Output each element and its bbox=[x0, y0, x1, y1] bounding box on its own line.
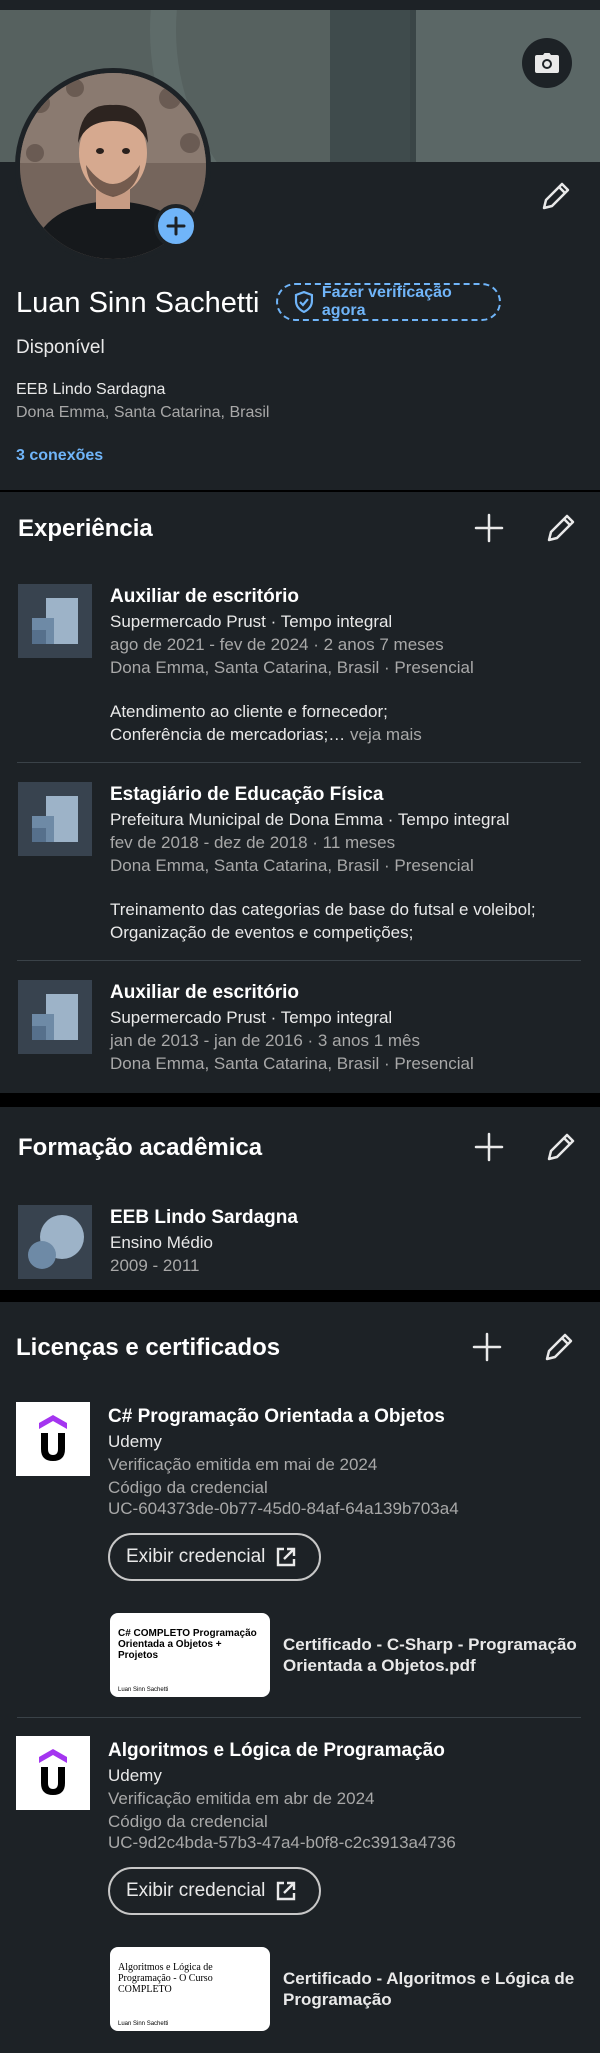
show-credential-button[interactable]: Exibir credencial bbox=[108, 1533, 321, 1581]
experience-role[interactable]: Auxiliar de escritório bbox=[110, 586, 299, 608]
show-credential-label: Exibir credencial bbox=[126, 1880, 266, 1901]
udemy-logo[interactable] bbox=[16, 1736, 90, 1810]
thumbnail-text: Algoritmos e Lógica de Programação - O C… bbox=[118, 1962, 213, 1995]
company-logo[interactable] bbox=[18, 980, 92, 1054]
experience-title: Experiência bbox=[18, 515, 153, 542]
description-line: Atendimento ao cliente e fornecedor; bbox=[110, 702, 388, 721]
experience-company: Prefeitura Municipal de Dona Emma · Temp… bbox=[110, 810, 510, 829]
license-issuer: Udemy bbox=[108, 1766, 162, 1785]
experience-dates: fev de 2018 - dez de 2018 · 11 meses bbox=[110, 833, 396, 852]
experience-section: Experiência Auxiliar de escritório Super… bbox=[0, 492, 600, 1093]
company-logo[interactable] bbox=[18, 782, 92, 856]
shield-check-icon bbox=[294, 291, 314, 313]
add-experience-button[interactable] bbox=[473, 512, 505, 544]
experience-role[interactable]: Auxiliar de escritório bbox=[110, 982, 299, 1004]
divider bbox=[17, 1717, 581, 1718]
experience-dates: jan de 2013 - jan de 2016 · 3 anos 1 mês bbox=[110, 1031, 420, 1050]
edit-banner-button[interactable] bbox=[522, 38, 572, 88]
license-issued: Verificação emitida em abr de 2024 bbox=[108, 1789, 375, 1808]
school-logo[interactable] bbox=[18, 1205, 92, 1279]
thumbnail-text: C# COMPLETO Programação Orientada a Obje… bbox=[118, 1628, 257, 1661]
license-issuer: Udemy bbox=[108, 1432, 162, 1451]
experience-place: Dona Emma, Santa Catarina, Brasil · Pres… bbox=[110, 856, 474, 875]
thumbnail-signature: Luan Sinn Sachetti bbox=[118, 2021, 169, 2027]
experience-description: Treinamento das categorias de base do fu… bbox=[110, 898, 536, 944]
experience-company: Supermercado Prust · Tempo integral bbox=[110, 1008, 393, 1027]
license-cred-id: UC-9d2c4bda-57b3-47a4-b0f8-c2c3913a4736 bbox=[108, 1833, 456, 1852]
edit-licenses-button[interactable] bbox=[543, 1331, 575, 1363]
pencil-icon bbox=[542, 182, 570, 210]
add-education-button[interactable] bbox=[473, 1131, 505, 1163]
divider bbox=[17, 960, 581, 961]
license-name[interactable]: C# Programação Orientada a Objetos bbox=[108, 1406, 445, 1428]
connections-link[interactable]: 3 conexões bbox=[16, 447, 103, 465]
camera-icon bbox=[535, 53, 559, 73]
see-more-link[interactable]: veja mais bbox=[345, 725, 422, 744]
license-issued: Verificação emitida em mai de 2024 bbox=[108, 1455, 378, 1474]
license-name[interactable]: Algoritmos e Lógica de Programação bbox=[108, 1740, 445, 1762]
experience-place: Dona Emma, Santa Catarina, Brasil · Pres… bbox=[110, 658, 474, 677]
edit-education-button[interactable] bbox=[545, 1131, 577, 1163]
add-photo-button[interactable] bbox=[154, 204, 198, 248]
thumbnail-signature: Luan Sinn Sachetti bbox=[118, 1687, 169, 1693]
add-license-button[interactable] bbox=[471, 1331, 503, 1363]
profile-headline: Disponível bbox=[16, 337, 105, 358]
certificate-thumbnail[interactable]: Algoritmos e Lógica de Programação - O C… bbox=[110, 1947, 270, 2031]
licenses-section: Licenças e certificados C# Programação O… bbox=[0, 1302, 600, 2053]
profile-card: Luan Sinn Sachetti Fazer verificação ago… bbox=[0, 0, 600, 490]
education-section: Formação acadêmica EEB Lindo Sardagna En… bbox=[0, 1107, 600, 1290]
license-cred-id: UC-604373de-0b77-45d0-84af-64a139b703a4 bbox=[108, 1499, 459, 1518]
license-cred-label: Código da credencial bbox=[108, 1812, 268, 1831]
education-title: Formação acadêmica bbox=[18, 1134, 263, 1161]
education-dates: 2009 - 2011 bbox=[110, 1256, 200, 1275]
experience-company: Supermercado Prust · Tempo integral bbox=[110, 612, 393, 631]
description-line: Organização de eventos e competições; bbox=[110, 923, 414, 942]
verify-now-button[interactable]: Fazer verificação agora bbox=[276, 283, 501, 321]
experience-dates: ago de 2021 - fev de 2024 · 2 anos 7 mes… bbox=[110, 635, 444, 654]
profile-name: Luan Sinn Sachetti bbox=[16, 287, 260, 319]
company-logo[interactable] bbox=[18, 584, 92, 658]
profile-school[interactable]: EEB Lindo Sardagna bbox=[16, 381, 165, 399]
media-title[interactable]: Certificado - C-Sharp - Programação Orie… bbox=[283, 1634, 583, 1676]
edit-experience-button[interactable] bbox=[545, 512, 577, 544]
description-line: Conferência de mercadorias;… bbox=[110, 725, 346, 744]
education-degree: Ensino Médio bbox=[110, 1233, 214, 1252]
experience-role[interactable]: Estagiário de Educação Física bbox=[110, 784, 384, 806]
license-cred-label: Código da credencial bbox=[108, 1478, 268, 1497]
divider bbox=[17, 762, 581, 763]
edit-profile-button[interactable] bbox=[540, 180, 572, 217]
education-school[interactable]: EEB Lindo Sardagna bbox=[110, 1207, 298, 1229]
plus-icon bbox=[166, 216, 186, 236]
experience-place: Dona Emma, Santa Catarina, Brasil · Pres… bbox=[110, 1054, 474, 1073]
certificate-thumbnail[interactable]: C# COMPLETO Programação Orientada a Obje… bbox=[110, 1613, 270, 1697]
show-credential-button[interactable]: Exibir credencial bbox=[108, 1867, 321, 1915]
media-title[interactable]: Certificado - Algoritmos e Lógica de Pro… bbox=[283, 1968, 583, 2010]
external-link-icon bbox=[277, 1547, 296, 1567]
show-credential-label: Exibir credencial bbox=[126, 1546, 266, 1567]
verify-label: Fazer verificação agora bbox=[321, 284, 452, 319]
udemy-logo[interactable] bbox=[16, 1402, 90, 1476]
experience-description: Atendimento ao cliente e fornecedor; Con… bbox=[110, 700, 422, 746]
profile-location: Dona Emma, Santa Catarina, Brasil bbox=[16, 404, 270, 421]
licenses-title: Licenças e certificados bbox=[16, 1334, 281, 1361]
external-link-icon bbox=[277, 1881, 296, 1901]
description-line: Treinamento das categorias de base do fu… bbox=[110, 900, 536, 919]
